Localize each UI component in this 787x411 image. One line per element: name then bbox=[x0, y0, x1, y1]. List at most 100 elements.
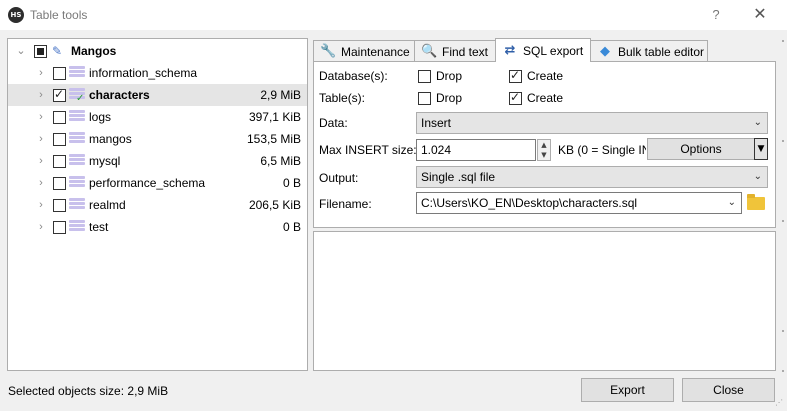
tree-item-label: realmd bbox=[89, 198, 126, 212]
drop-label: Drop bbox=[436, 91, 463, 105]
database-create-checkbox[interactable] bbox=[509, 68, 522, 83]
tree-item-label: mysql bbox=[89, 154, 121, 168]
expand-chevron-icon[interactable]: › bbox=[36, 194, 46, 216]
output-select-value: Single .sql file bbox=[421, 170, 496, 184]
data-select[interactable]: Insert ⌄ bbox=[416, 112, 768, 134]
tab-label: SQL export bbox=[523, 43, 584, 58]
export-arrows-icon: ⇄ bbox=[504, 42, 516, 58]
tree-root-row[interactable]: ⌄ ✎ Mangos bbox=[8, 40, 307, 62]
database-drop-option[interactable]: Drop bbox=[418, 69, 462, 83]
collapse-chevron-icon[interactable]: ⌄ bbox=[16, 40, 26, 62]
expand-chevron-icon[interactable]: › bbox=[36, 128, 46, 150]
row-checkbox[interactable] bbox=[53, 133, 66, 146]
tab-find-text[interactable]: 🔍 Find text bbox=[414, 40, 496, 62]
chevron-down-icon: ⌄ bbox=[753, 117, 762, 128]
export-log-area[interactable] bbox=[313, 231, 776, 371]
max-insert-label: Max INSERT size: bbox=[319, 143, 417, 157]
table-create-option[interactable]: Create bbox=[509, 90, 564, 105]
tab-label: Find text bbox=[442, 44, 489, 59]
table-create-checkbox[interactable] bbox=[509, 90, 522, 105]
tree-row-characters[interactable]: › ✓ characters 2,9 MiB bbox=[8, 84, 307, 106]
tree-row-mysql[interactable]: › mysql 6,5 MiB bbox=[8, 150, 307, 172]
tree-item-size: 206,5 KiB bbox=[248, 198, 301, 212]
max-insert-stepper[interactable]: ▲ ▼ bbox=[537, 139, 551, 161]
tab-strip: 🔧 Maintenance 🔍 Find text ⇄ SQL export ◆… bbox=[313, 38, 776, 62]
window-edge-grip bbox=[779, 30, 787, 400]
filename-input[interactable]: C:\Users\KO_EN\Desktop\characters.sql ⌄ bbox=[416, 192, 742, 214]
tree-row-logs[interactable]: › logs 397,1 KiB bbox=[8, 106, 307, 128]
folder-icon bbox=[747, 194, 765, 210]
tree-item-size: 6,5 MiB bbox=[260, 154, 301, 168]
row-checkbox[interactable] bbox=[53, 199, 66, 212]
filename-value: C:\Users\KO_EN\Desktop\characters.sql bbox=[421, 196, 638, 210]
database-create-option[interactable]: Create bbox=[509, 68, 564, 83]
tab-label: Bulk table editor bbox=[618, 44, 705, 59]
chevron-down-icon: ⌄ bbox=[753, 171, 762, 182]
max-insert-hint: KB (0 = Single IN bbox=[558, 143, 646, 157]
tab-bulk-table-editor[interactable]: ◆ Bulk table editor bbox=[590, 40, 708, 62]
expand-chevron-icon[interactable]: › bbox=[36, 172, 46, 194]
tab-sql-export[interactable]: ⇄ SQL export bbox=[495, 38, 591, 62]
database-drop-checkbox[interactable] bbox=[418, 69, 431, 83]
database-icon bbox=[69, 220, 85, 234]
database-checked-icon: ✓ bbox=[69, 88, 85, 104]
tree-item-label: performance_schema bbox=[89, 176, 206, 190]
close-window-button[interactable]: ✕ bbox=[748, 5, 772, 25]
row-checkbox[interactable] bbox=[53, 155, 66, 168]
expand-chevron-icon[interactable]: › bbox=[36, 150, 46, 172]
table-label: Table(s): bbox=[319, 91, 366, 105]
tree-item-size: 153,5 MiB bbox=[246, 132, 301, 146]
create-label: Create bbox=[527, 91, 564, 105]
selected-size-status: Selected objects size: 2,9 MiB bbox=[8, 384, 169, 398]
tree-item-size: 0 B bbox=[282, 220, 301, 234]
tree-row-information-schema[interactable]: › information_schema bbox=[8, 62, 307, 84]
database-label: Database(s): bbox=[319, 69, 388, 83]
help-button[interactable]: ? bbox=[706, 5, 726, 25]
row-checkbox[interactable] bbox=[53, 67, 66, 80]
table-drop-checkbox[interactable] bbox=[418, 91, 431, 105]
server-icon: ✎ bbox=[52, 44, 63, 58]
expand-chevron-icon[interactable]: › bbox=[36, 84, 46, 106]
expand-chevron-icon[interactable]: › bbox=[36, 106, 46, 128]
magnifier-icon: 🔍 bbox=[421, 43, 438, 59]
tree-row-mangos[interactable]: › mangos 153,5 MiB bbox=[8, 128, 307, 150]
app-icon: HS bbox=[8, 7, 24, 23]
browse-folder-button[interactable] bbox=[745, 192, 767, 214]
expand-chevron-icon[interactable]: › bbox=[36, 216, 46, 238]
table-drop-option[interactable]: Drop bbox=[418, 91, 462, 105]
window-title: Table tools bbox=[30, 8, 88, 22]
root-checkbox[interactable] bbox=[34, 45, 47, 58]
tab-maintenance[interactable]: 🔧 Maintenance bbox=[313, 40, 415, 62]
tree-row-performance-schema[interactable]: › performance_schema 0 B bbox=[8, 172, 307, 194]
database-icon bbox=[69, 66, 85, 80]
row-checkbox[interactable] bbox=[53, 87, 66, 102]
chevron-down-icon: ⌄ bbox=[727, 197, 736, 208]
tree-item-label: characters bbox=[89, 88, 150, 102]
output-label: Output: bbox=[319, 171, 359, 185]
tree-row-test[interactable]: › test 0 B bbox=[8, 216, 307, 238]
tree-item-label: mangos bbox=[89, 132, 132, 146]
close-button[interactable]: Close bbox=[682, 378, 775, 402]
tree-item-size: 0 B bbox=[282, 176, 301, 190]
filename-label: Filename: bbox=[319, 197, 372, 211]
title-bar: HS Table tools ? ✕ bbox=[0, 0, 787, 30]
options-dropdown-icon[interactable]: ▼ bbox=[754, 138, 768, 160]
database-icon bbox=[69, 198, 85, 212]
layers-icon: ◆ bbox=[600, 43, 610, 59]
create-label: Create bbox=[527, 69, 564, 83]
stepper-up-icon[interactable]: ▲ bbox=[538, 140, 550, 150]
expand-chevron-icon[interactable]: › bbox=[36, 62, 46, 84]
resize-grip-icon[interactable]: ⋰ bbox=[775, 398, 785, 408]
database-icon bbox=[69, 154, 85, 168]
export-button[interactable]: Export bbox=[581, 378, 674, 402]
output-select[interactable]: Single .sql file ⌄ bbox=[416, 166, 768, 188]
row-checkbox[interactable] bbox=[53, 111, 66, 124]
row-checkbox[interactable] bbox=[53, 221, 66, 234]
options-button[interactable]: Options bbox=[647, 138, 755, 160]
database-tree[interactable]: ⌄ ✎ Mangos › information_schema › ✓ char… bbox=[7, 38, 308, 371]
row-checkbox[interactable] bbox=[53, 177, 66, 190]
stepper-down-icon[interactable]: ▼ bbox=[538, 150, 550, 160]
max-insert-input[interactable]: 1.024 bbox=[416, 139, 536, 161]
tree-item-size: 397,1 KiB bbox=[248, 110, 301, 124]
tree-row-realmd[interactable]: › realmd 206,5 KiB bbox=[8, 194, 307, 216]
